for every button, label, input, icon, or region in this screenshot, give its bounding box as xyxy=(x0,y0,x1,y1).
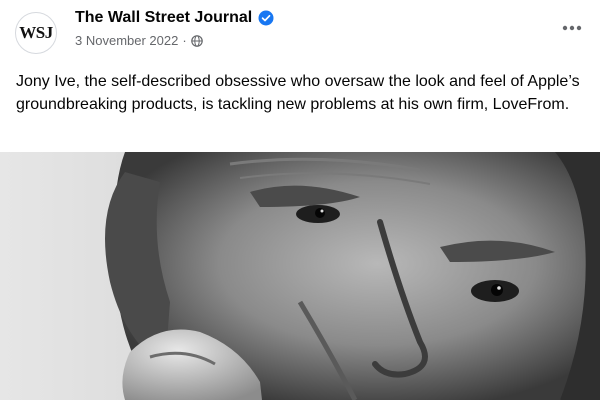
more-options-icon xyxy=(562,25,582,31)
page-name-link[interactable]: The Wall Street Journal xyxy=(75,9,252,27)
post-date-link[interactable]: 3 November 2022 xyxy=(75,33,178,48)
facebook-post: WSJ The Wall Street Journal 3 November 2… xyxy=(0,0,600,400)
post-photo[interactable] xyxy=(0,152,600,400)
more-options-button[interactable] xyxy=(554,10,590,46)
verified-badge-icon xyxy=(258,10,274,26)
page-name-row: The Wall Street Journal xyxy=(75,9,274,27)
post-meta: 3 November 2022 · xyxy=(75,33,203,48)
globe-icon[interactable] xyxy=(190,34,203,47)
post-header: WSJ The Wall Street Journal 3 November 2… xyxy=(0,0,600,64)
meta-separator: · xyxy=(182,33,187,48)
portrait-photo xyxy=(0,152,600,400)
post-caption: Jony Ive, the self-described obsessive w… xyxy=(16,73,580,113)
page-avatar[interactable]: WSJ xyxy=(15,12,57,54)
avatar-logo-text: WSJ xyxy=(19,23,53,42)
